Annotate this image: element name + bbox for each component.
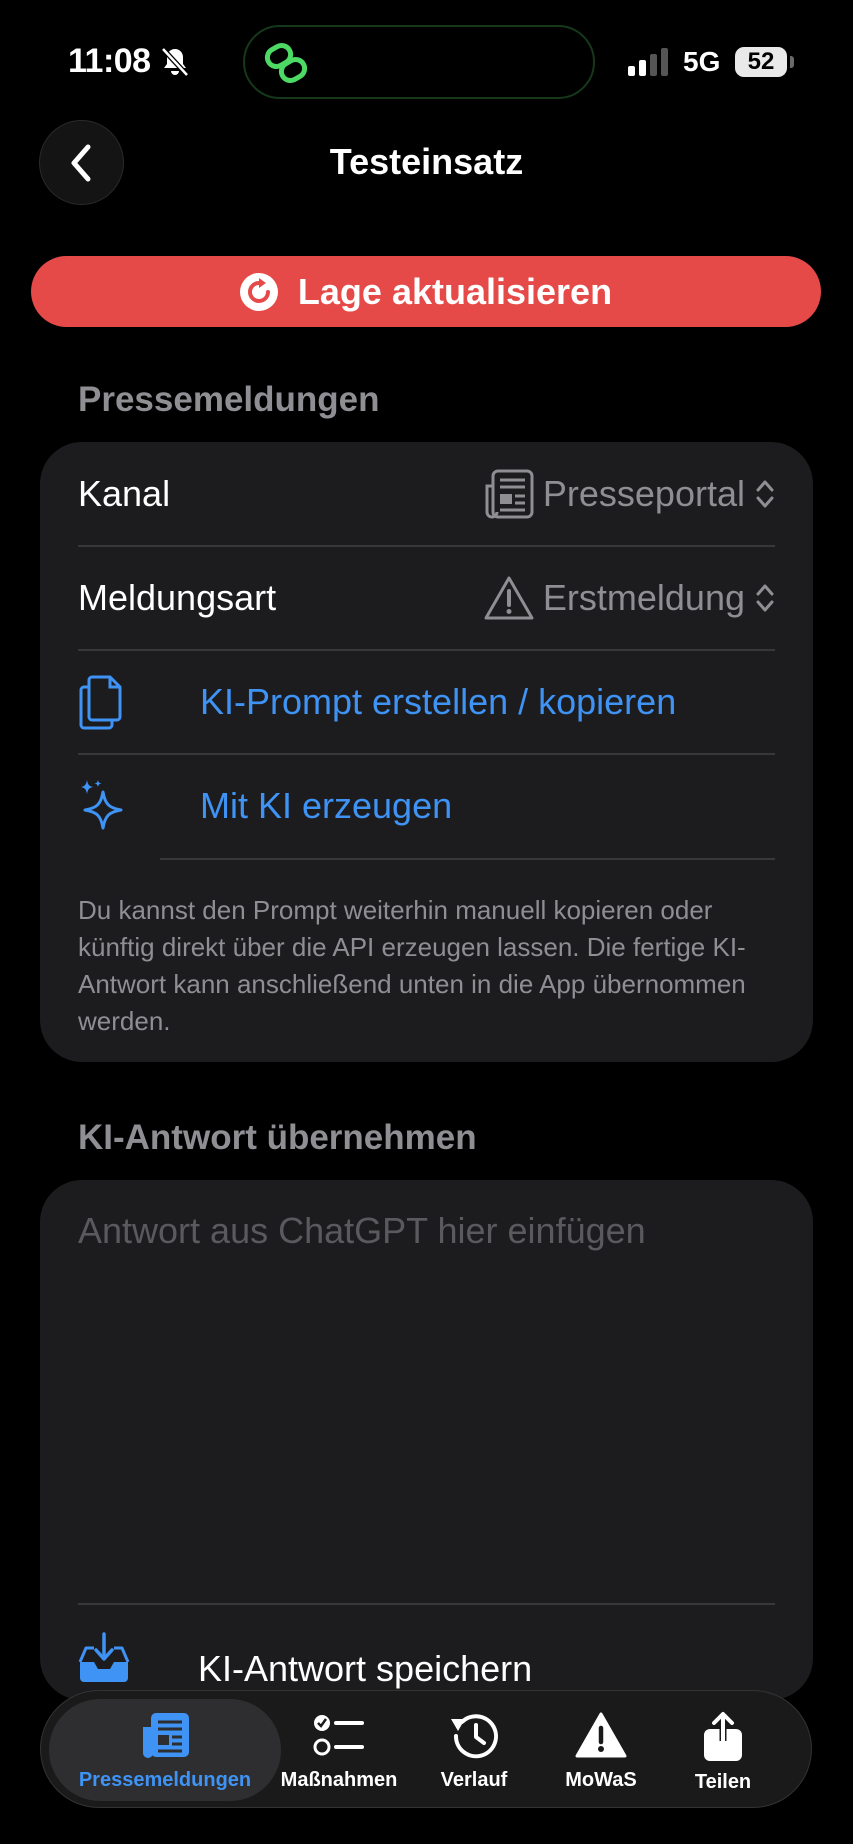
divider <box>78 1603 775 1605</box>
tab-label: MoWaS <box>565 1769 637 1791</box>
network-type: 5G <box>683 46 721 77</box>
refresh-icon <box>239 272 278 311</box>
divider <box>160 858 775 860</box>
newspaper-icon <box>485 469 534 519</box>
dynamic-island <box>243 25 595 99</box>
refresh-label: Lage aktualisieren <box>297 270 613 312</box>
warning-triangle-icon <box>484 576 534 620</box>
tab-press-releases[interactable]: Pressemeldungen <box>49 1699 281 1801</box>
link-icon <box>264 43 308 83</box>
warning-icon <box>575 1712 627 1758</box>
tab-label: Maßnahmen <box>280 1769 398 1791</box>
message-type-row[interactable]: Meldungsart Erstmeldung <box>78 546 775 650</box>
bell-slash-icon <box>161 47 189 77</box>
sparkles-icon <box>81 780 123 830</box>
tab-bar: Pressemeldungen Maßnahmen Verlauf MoWaS <box>40 1690 812 1808</box>
share-icon <box>704 1712 742 1761</box>
generate-with-ai-button[interactable]: Mit KI erzeugen <box>78 754 775 858</box>
ai-answer-input[interactable]: Antwort aus ChatGPT hier einfügen <box>40 1180 813 1600</box>
tab-label: Pressemeldungen <box>78 1769 252 1791</box>
battery-cap <box>790 56 794 68</box>
tray-download-icon <box>78 1632 130 1682</box>
message-type-picker[interactable]: Erstmeldung <box>483 574 775 622</box>
refresh-situation-button[interactable]: Lage aktualisieren <box>31 256 821 327</box>
channel-picker[interactable]: Presseportal <box>483 468 775 520</box>
chevron-up-down-icon <box>756 480 774 508</box>
history-icon <box>451 1714 498 1759</box>
tab-label: Verlauf <box>440 1769 508 1791</box>
save-ai-answer-label: KI-Antwort speichern <box>198 1648 533 1689</box>
chevron-up-down-icon <box>756 584 774 612</box>
press-card: Kanal Presseportal Meldungsart Erstmeldu… <box>40 442 813 1062</box>
newspaper-icon <box>143 1713 189 1758</box>
cellular-signal-icon <box>628 48 668 76</box>
tab-label: Teilen <box>694 1771 752 1793</box>
checklist-icon <box>313 1715 364 1756</box>
channel-value: Presseportal <box>542 473 745 514</box>
message-type-label: Meldungsart <box>78 577 277 618</box>
tab-measures[interactable]: Maßnahmen <box>279 1691 399 1809</box>
status-time: 11:08 <box>68 42 151 80</box>
section-header-ai-answer: KI-Antwort übernehmen <box>78 1118 477 1157</box>
battery-indicator: 52 <box>735 47 787 77</box>
tab-history[interactable]: Verlauf <box>419 1691 529 1809</box>
channel-row[interactable]: Kanal Presseportal <box>78 442 775 546</box>
create-prompt-button[interactable]: KI-Prompt erstellen / kopieren <box>78 650 775 754</box>
generate-with-ai-label: Mit KI erzeugen <box>200 785 453 826</box>
create-prompt-label: KI-Prompt erstellen / kopieren <box>200 681 677 722</box>
section-header-press: Pressemeldungen <box>78 380 380 419</box>
prompt-footnote: Du kannst den Prompt weiterhin manuell k… <box>78 895 746 1036</box>
tab-share[interactable]: Teilen <box>673 1691 773 1809</box>
tab-mowas[interactable]: MoWaS <box>546 1691 656 1809</box>
message-type-value: Erstmeldung <box>542 577 745 618</box>
page-title: Testeinsatz <box>329 141 524 182</box>
documents-icon <box>79 675 122 730</box>
ai-answer-placeholder: Antwort aus ChatGPT hier einfügen <box>78 1210 646 1251</box>
ai-answer-card: Antwort aus ChatGPT hier einfügen KI-Ant… <box>40 1180 813 1700</box>
channel-label: Kanal <box>78 473 171 514</box>
